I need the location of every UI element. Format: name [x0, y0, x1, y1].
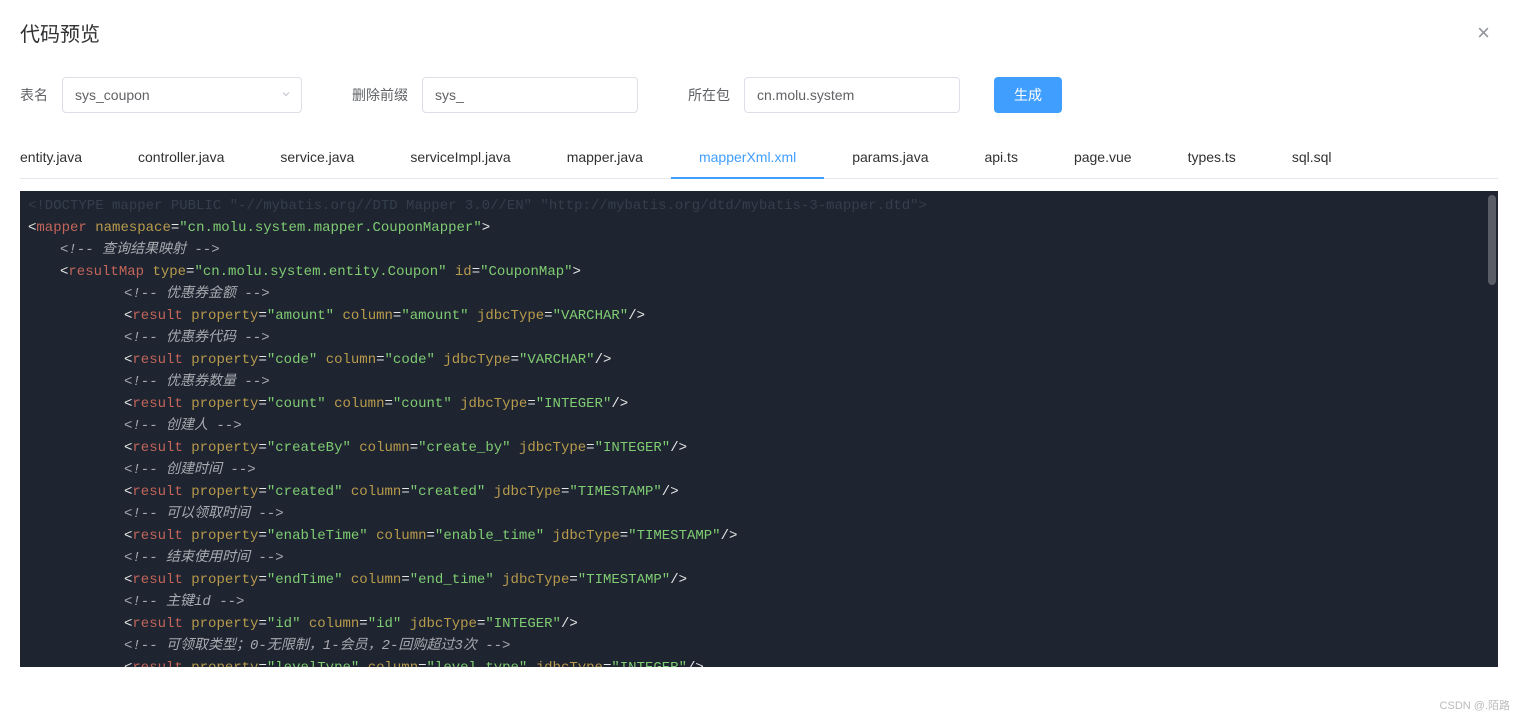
page-title: 代码预览	[20, 18, 100, 47]
tab-mapperXml[interactable]: mapperXml.xml	[671, 137, 824, 179]
tab-entity[interactable]: entity.java	[20, 137, 110, 179]
tab-sql[interactable]: sql.sql	[1264, 137, 1360, 179]
tabs: entity.javacontroller.javaservice.javase…	[20, 137, 1498, 179]
close-icon[interactable]: ×	[1469, 20, 1498, 46]
watermark: CSDN @.陌路	[1440, 697, 1510, 713]
tab-params[interactable]: params.java	[824, 137, 956, 179]
tab-controller[interactable]: controller.java	[110, 137, 252, 179]
package-label: 所在包	[688, 85, 730, 105]
prefix-label: 删除前缀	[352, 85, 408, 105]
package-input[interactable]	[744, 77, 960, 113]
table-select[interactable]	[62, 77, 302, 113]
code-editor[interactable]: <!DOCTYPE mapper PUBLIC "-//mybatis.org/…	[20, 191, 1498, 667]
prefix-input[interactable]	[422, 77, 638, 113]
tab-serviceImpl[interactable]: serviceImpl.java	[382, 137, 538, 179]
tab-mapper[interactable]: mapper.java	[539, 137, 671, 179]
tab-api[interactable]: api.ts	[956, 137, 1045, 179]
tab-page[interactable]: page.vue	[1046, 137, 1160, 179]
table-label: 表名	[20, 85, 48, 105]
tab-types[interactable]: types.ts	[1160, 137, 1264, 179]
tab-service[interactable]: service.java	[252, 137, 382, 179]
form-row: 表名 删除前缀 所在包 生成	[20, 77, 1498, 113]
generate-button[interactable]: 生成	[994, 77, 1062, 113]
scrollbar-thumb[interactable]	[1488, 195, 1496, 285]
